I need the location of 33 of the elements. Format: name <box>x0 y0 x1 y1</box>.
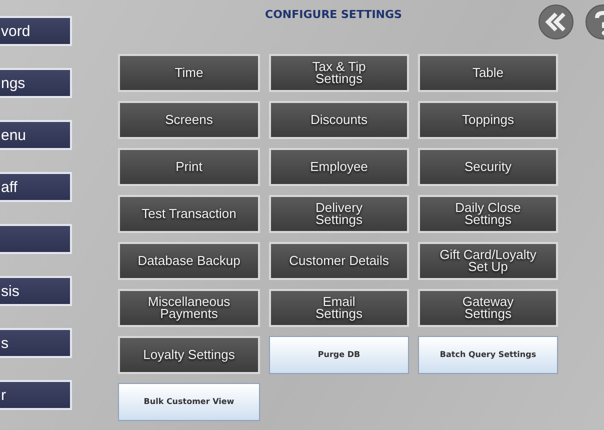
settings-button[interactable]: Toppings <box>418 101 558 139</box>
settings-button[interactable]: Purge DB <box>269 336 409 374</box>
sidebar-button[interactable]: s <box>0 328 72 358</box>
settings-button[interactable]: Bulk Customer View <box>118 383 260 421</box>
sidebar-button[interactable]: enu <box>0 120 72 150</box>
settings-button[interactable]: Batch Query Settings <box>418 336 558 374</box>
settings-button[interactable]: Discounts <box>269 101 409 139</box>
sidebar-button[interactable]: aff <box>0 172 72 202</box>
settings-button[interactable]: Time <box>118 54 260 92</box>
settings-button[interactable]: Employee <box>269 148 409 186</box>
settings-button[interactable]: Tax & Tip Settings <box>269 54 409 92</box>
sidebar-button[interactable]: vord <box>0 16 72 46</box>
settings-button[interactable]: Test Transaction <box>118 195 260 233</box>
page-title: CONFIGURE SETTINGS <box>265 8 402 21</box>
settings-button[interactable]: Print <box>118 148 260 186</box>
sidebar-button[interactable]: r <box>0 380 72 410</box>
settings-button[interactable]: Delivery Settings <box>269 195 409 233</box>
back-icon[interactable] <box>538 4 574 40</box>
settings-button[interactable]: Gift Card/Loyalty Set Up <box>418 242 558 280</box>
settings-button[interactable]: Email Settings <box>269 289 409 327</box>
settings-button[interactable]: Daily Close Settings <box>418 195 558 233</box>
settings-button[interactable]: Table <box>418 54 558 92</box>
help-icon[interactable] <box>585 4 604 40</box>
settings-button[interactable]: Miscellaneous Payments <box>118 289 260 327</box>
settings-button[interactable]: Loyalty Settings <box>118 336 260 374</box>
settings-button[interactable]: Screens <box>118 101 260 139</box>
sidebar-button[interactable] <box>0 224 72 254</box>
settings-button[interactable]: Security <box>418 148 558 186</box>
sidebar-button[interactable]: sis <box>0 276 72 306</box>
settings-button[interactable]: Gateway Settings <box>418 289 558 327</box>
settings-button[interactable]: Customer Details <box>269 242 409 280</box>
sidebar-button[interactable]: ngs <box>0 68 72 98</box>
settings-button[interactable]: Database Backup <box>118 242 260 280</box>
